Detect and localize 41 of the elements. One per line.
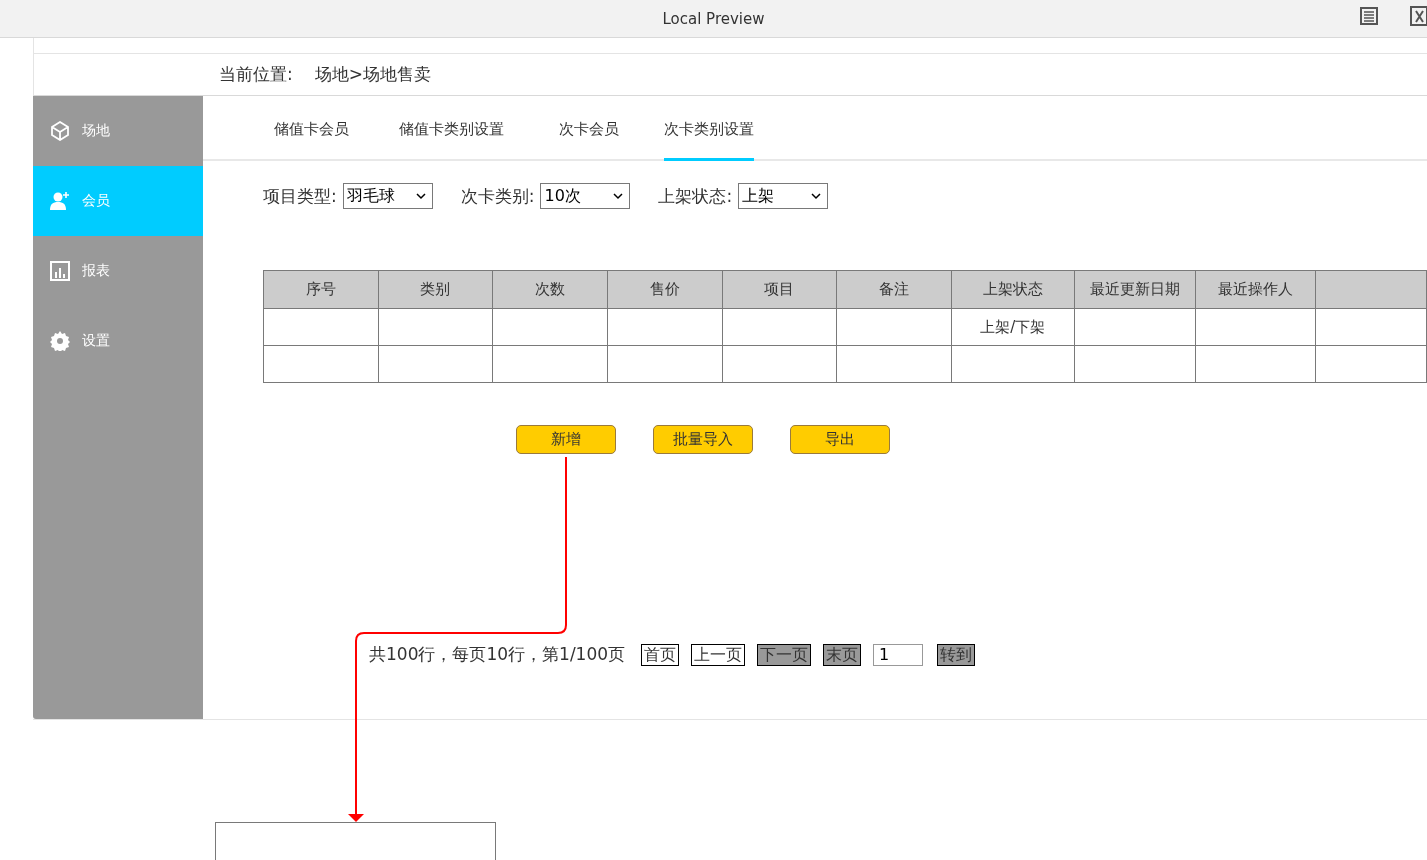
action-button[interactable]: 新增 <box>516 425 616 454</box>
column-header: 最近更新日期 <box>1074 270 1196 309</box>
filter-label: 上架状态: <box>658 184 733 208</box>
filter-label: 项目类型: <box>263 184 337 208</box>
tab[interactable]: 次卡会员 <box>559 120 619 161</box>
breadcrumb-label: 当前位置: <box>219 63 293 86</box>
column-header: 上架状态 <box>951 270 1075 309</box>
column-header: 售价 <box>607 270 723 309</box>
go-button[interactable]: 转到 <box>937 643 976 666</box>
tab[interactable]: 次卡类别设置 <box>664 120 754 161</box>
user-icon <box>50 191 70 211</box>
page-button[interactable]: 上一页 <box>691 643 746 666</box>
column-header: 次数 <box>492 270 608 309</box>
action-button[interactable]: 批量导入 <box>653 425 753 454</box>
window-title: Local Preview <box>662 9 765 28</box>
tab[interactable]: 储值卡会员 <box>274 120 349 161</box>
tab[interactable]: 储值卡类别设置 <box>399 120 504 161</box>
breadcrumb-path: 场地>场地售卖 <box>314 63 431 86</box>
page-number-field[interactable]: 1 <box>873 643 924 666</box>
document-list-icon[interactable] <box>1359 6 1379 26</box>
column-header: 序号 <box>263 270 379 309</box>
settings-icon <box>50 331 70 351</box>
page-button[interactable]: 下一页 <box>757 643 812 666</box>
dropdown[interactable]: 羽毛球 <box>342 183 433 209</box>
table-cell: 上架/下架 <box>951 308 1075 346</box>
dropdown[interactable]: 10次 <box>540 183 631 209</box>
action-button[interactable]: 导出 <box>790 425 890 454</box>
chevron-down-icon <box>613 192 624 200</box>
pagination-summary: 共100行，每页10行，第1/100页 <box>369 643 626 666</box>
page-button[interactable]: 首页 <box>641 643 680 666</box>
cube-icon <box>50 121 70 141</box>
bar-chart-icon <box>50 261 70 281</box>
chevron-down-icon <box>811 192 822 200</box>
page-button[interactable]: 末页 <box>823 643 862 666</box>
chevron-down-icon <box>415 192 426 200</box>
filter-label: 次卡类别: <box>460 184 535 208</box>
column-header: 类别 <box>378 270 493 309</box>
dropdown[interactable]: 上架 <box>738 183 829 209</box>
column-header: 项目 <box>722 270 837 309</box>
column-header: 最近操作人 <box>1195 270 1316 309</box>
column-header: 备注 <box>836 270 952 309</box>
